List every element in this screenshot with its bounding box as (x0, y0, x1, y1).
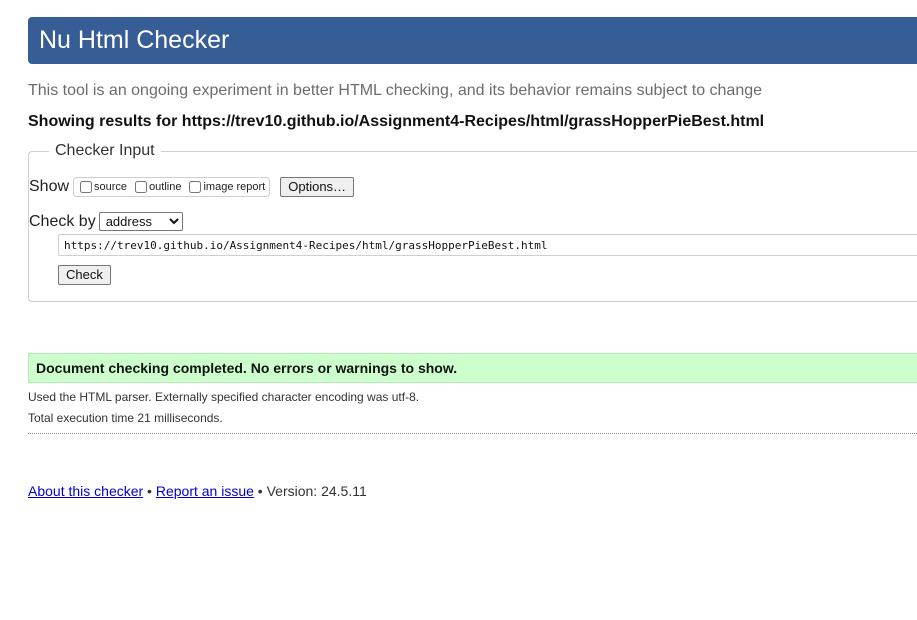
outline-checkbox[interactable] (135, 181, 148, 193)
check-by-row: Check by address (29, 212, 183, 231)
parser-details: Used the HTML parser. Externally specifi… (28, 390, 420, 404)
status-message: Document checking completed. No errors o… (28, 353, 917, 383)
image-report-checkbox[interactable] (189, 181, 202, 193)
source-checkbox[interactable] (80, 181, 93, 193)
options-button[interactable]: Options… (280, 177, 355, 197)
check-button[interactable]: Check (58, 265, 111, 285)
page-title: Nu Html Checker (39, 26, 230, 54)
intro-text: This tool is an ongoing experiment in be… (28, 82, 763, 99)
results-divider (28, 433, 917, 434)
show-label: Show (29, 178, 70, 195)
show-options-group: source outline image report (73, 177, 271, 197)
report-issue-link[interactable]: Report an issue (156, 483, 254, 499)
about-checker-link[interactable]: About this checker (28, 483, 143, 499)
url-input[interactable] (58, 234, 917, 256)
checker-input-legend: Checker Input (55, 142, 155, 159)
check-by-select[interactable]: address (98, 212, 183, 231)
page-header: Nu Html Checker (28, 17, 917, 64)
show-row: Show source outline image report Options… (29, 177, 355, 197)
execution-time: Total execution time 21 milliseconds. (28, 411, 223, 425)
footer: About this checker • Report an issue • V… (28, 483, 367, 499)
check-by-label: Check by (29, 212, 96, 230)
results-heading: Showing results for https://trev10.githu… (28, 113, 765, 130)
show-source-option[interactable]: source (78, 181, 127, 193)
footer-separator-2: • (253, 483, 267, 499)
show-outline-option[interactable]: outline (133, 181, 181, 193)
footer-separator-1: • (143, 483, 156, 499)
image-report-checkbox-label: image report (203, 181, 266, 193)
outline-checkbox-label: outline (149, 181, 182, 193)
show-image-report-option[interactable]: image report (187, 181, 265, 193)
version-text: Version: 24.5.11 (266, 483, 367, 499)
source-checkbox-label: source (94, 181, 128, 193)
